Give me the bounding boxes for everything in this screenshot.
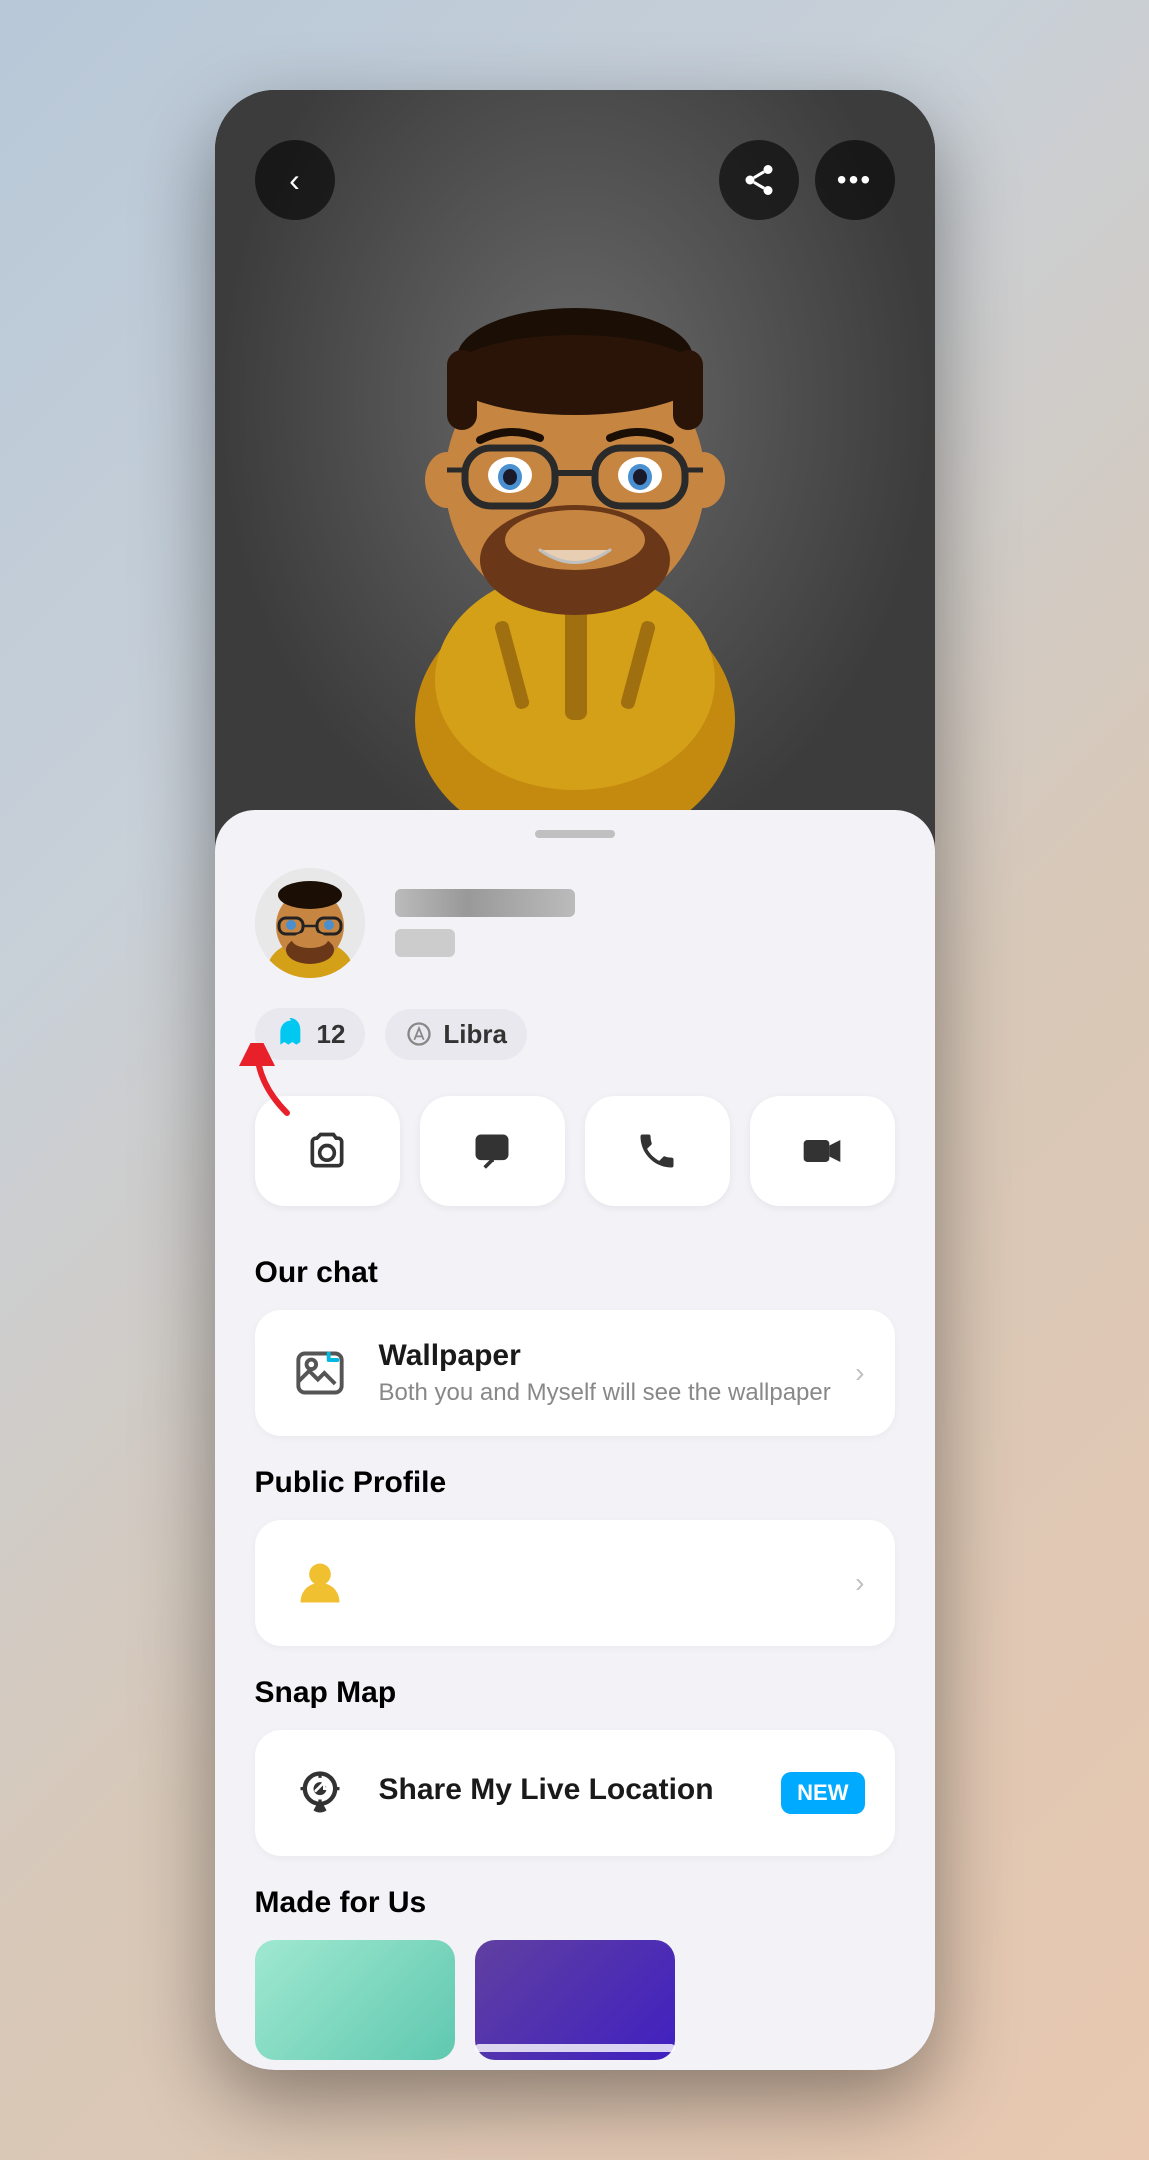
made-for-us-section-label: Made for Us bbox=[215, 1886, 935, 1920]
wallpaper-icon bbox=[294, 1347, 346, 1399]
badges-row: 12 bbox=[215, 1008, 935, 1060]
snap-map-section-label: Snap Map bbox=[215, 1676, 935, 1710]
our-chat-section-label: Our chat bbox=[215, 1256, 935, 1290]
wallpaper-menu-text: Wallpaper Both you and Myself will see t… bbox=[379, 1339, 832, 1407]
share-button[interactable] bbox=[719, 140, 799, 220]
zodiac-label: Libra bbox=[443, 1019, 507, 1050]
snap-score-badge[interactable]: 12 bbox=[255, 1008, 366, 1060]
live-location-title: Share My Live Location bbox=[379, 1773, 758, 1807]
video-button[interactable] bbox=[750, 1096, 895, 1206]
live-location-menu-text: Share My Live Location bbox=[379, 1773, 758, 1813]
share-icon bbox=[741, 162, 777, 198]
video-icon bbox=[800, 1129, 844, 1173]
chat-button[interactable] bbox=[420, 1096, 565, 1206]
back-button[interactable]: ‹ bbox=[255, 140, 335, 220]
profile-info bbox=[395, 889, 895, 957]
sheet-handle bbox=[535, 830, 615, 838]
public-profile-section-label: Public Profile bbox=[215, 1466, 935, 1500]
location-icon-wrap bbox=[285, 1758, 355, 1828]
mini-bitmoji bbox=[255, 868, 365, 978]
zodiac-icon bbox=[405, 1020, 433, 1048]
camera-icon bbox=[305, 1129, 349, 1173]
phone-frame: ‹ ••• bbox=[215, 90, 935, 2070]
location-icon bbox=[294, 1767, 346, 1819]
public-profile-menu-item[interactable]: › bbox=[255, 1520, 895, 1646]
back-icon: ‹ bbox=[289, 162, 300, 199]
wallpaper-title: Wallpaper bbox=[379, 1339, 832, 1373]
wallpaper-menu-item[interactable]: Wallpaper Both you and Myself will see t… bbox=[255, 1310, 895, 1436]
avatar-section: ‹ ••• bbox=[215, 90, 935, 870]
profile-avatar bbox=[255, 868, 365, 978]
wallpaper-chevron: › bbox=[855, 1357, 864, 1389]
username-line-1 bbox=[395, 889, 575, 917]
wallpaper-icon-wrap bbox=[285, 1338, 355, 1408]
username-line-2 bbox=[395, 929, 455, 957]
made-for-us-card-1[interactable] bbox=[255, 1940, 455, 2060]
red-arrow-indicator bbox=[237, 1043, 297, 1130]
more-button[interactable]: ••• bbox=[815, 140, 895, 220]
phone-icon bbox=[635, 1129, 679, 1173]
made-for-us-cards bbox=[215, 1940, 935, 2060]
profile-section bbox=[215, 868, 935, 978]
bitmoji-figure bbox=[375, 140, 775, 820]
public-profile-icon-wrap bbox=[285, 1548, 355, 1618]
public-profile-menu-text bbox=[379, 1580, 832, 1586]
chat-icon bbox=[470, 1129, 514, 1173]
public-profile-chevron: › bbox=[855, 1567, 864, 1599]
actions-row bbox=[215, 1096, 935, 1206]
username-blur bbox=[395, 889, 895, 957]
snap-score-label: 12 bbox=[317, 1019, 346, 1050]
nav-button-group: ••• bbox=[719, 140, 895, 220]
person-icon bbox=[294, 1557, 346, 1609]
bottom-sheet: 12 bbox=[215, 810, 935, 2070]
top-navigation: ‹ ••• bbox=[215, 140, 935, 220]
zodiac-badge[interactable]: Libra bbox=[385, 1009, 527, 1060]
wallpaper-subtitle: Both you and Myself will see the wallpap… bbox=[379, 1379, 832, 1407]
home-indicator bbox=[475, 2044, 675, 2052]
more-icon: ••• bbox=[837, 164, 872, 196]
new-badge: NEW bbox=[781, 1772, 864, 1814]
made-for-us-card-2[interactable] bbox=[475, 1940, 675, 2060]
call-button[interactable] bbox=[585, 1096, 730, 1206]
live-location-menu-item[interactable]: Share My Live Location NEW bbox=[255, 1730, 895, 1856]
